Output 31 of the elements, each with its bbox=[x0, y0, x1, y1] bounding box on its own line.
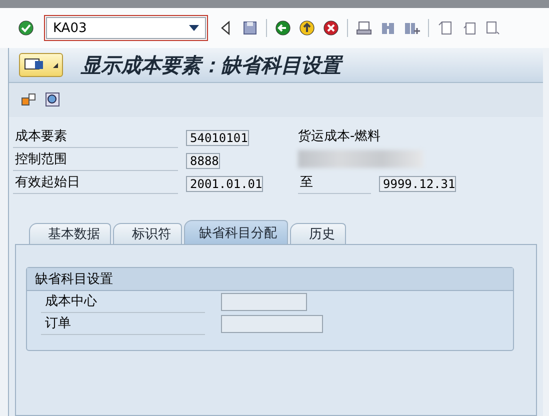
save-icon[interactable] bbox=[242, 20, 258, 36]
value-field[interactable]: 54010101 bbox=[186, 130, 249, 146]
input-field[interactable] bbox=[221, 315, 323, 333]
hierarchy-icon[interactable] bbox=[21, 92, 37, 108]
field-label: 至 bbox=[298, 173, 371, 194]
back-icon[interactable] bbox=[275, 20, 291, 36]
binoculars-plus-icon[interactable] bbox=[404, 20, 420, 36]
group-title: 缺省科目设置 bbox=[27, 268, 513, 291]
screen-title: 显示成本要素：缺省科目设置 bbox=[81, 52, 341, 78]
cancel-icon[interactable] bbox=[323, 20, 339, 36]
field-label: 成本中心 bbox=[41, 291, 205, 313]
input-field[interactable] bbox=[221, 293, 307, 311]
binoculars-icon[interactable] bbox=[380, 20, 396, 36]
command-field[interactable]: KA03 bbox=[46, 17, 206, 39]
field-label: 订单 bbox=[41, 313, 205, 335]
menu-button[interactable] bbox=[19, 53, 63, 77]
value-field[interactable]: 2001.01.01 bbox=[186, 176, 264, 192]
tab[interactable]: 缺省科目分配 bbox=[184, 220, 288, 244]
tab[interactable]: 历史 bbox=[290, 223, 346, 244]
field-label: 成本要素 bbox=[13, 127, 178, 148]
description-text: 货运成本-燃料 bbox=[297, 128, 382, 146]
value-field[interactable]: 9999.12.31 bbox=[379, 176, 456, 192]
tab[interactable]: 基本数据 bbox=[29, 223, 111, 244]
field-label: 有效起始日 bbox=[13, 173, 178, 194]
caret-icon bbox=[53, 62, 58, 68]
check-icon[interactable] bbox=[18, 20, 34, 36]
tab[interactable]: 标识符 bbox=[113, 223, 182, 244]
field-label: 控制范围 bbox=[13, 150, 178, 171]
value-field[interactable]: 8888 bbox=[186, 153, 220, 169]
print-icon[interactable] bbox=[356, 20, 372, 36]
dropdown-icon[interactable] bbox=[189, 25, 199, 31]
